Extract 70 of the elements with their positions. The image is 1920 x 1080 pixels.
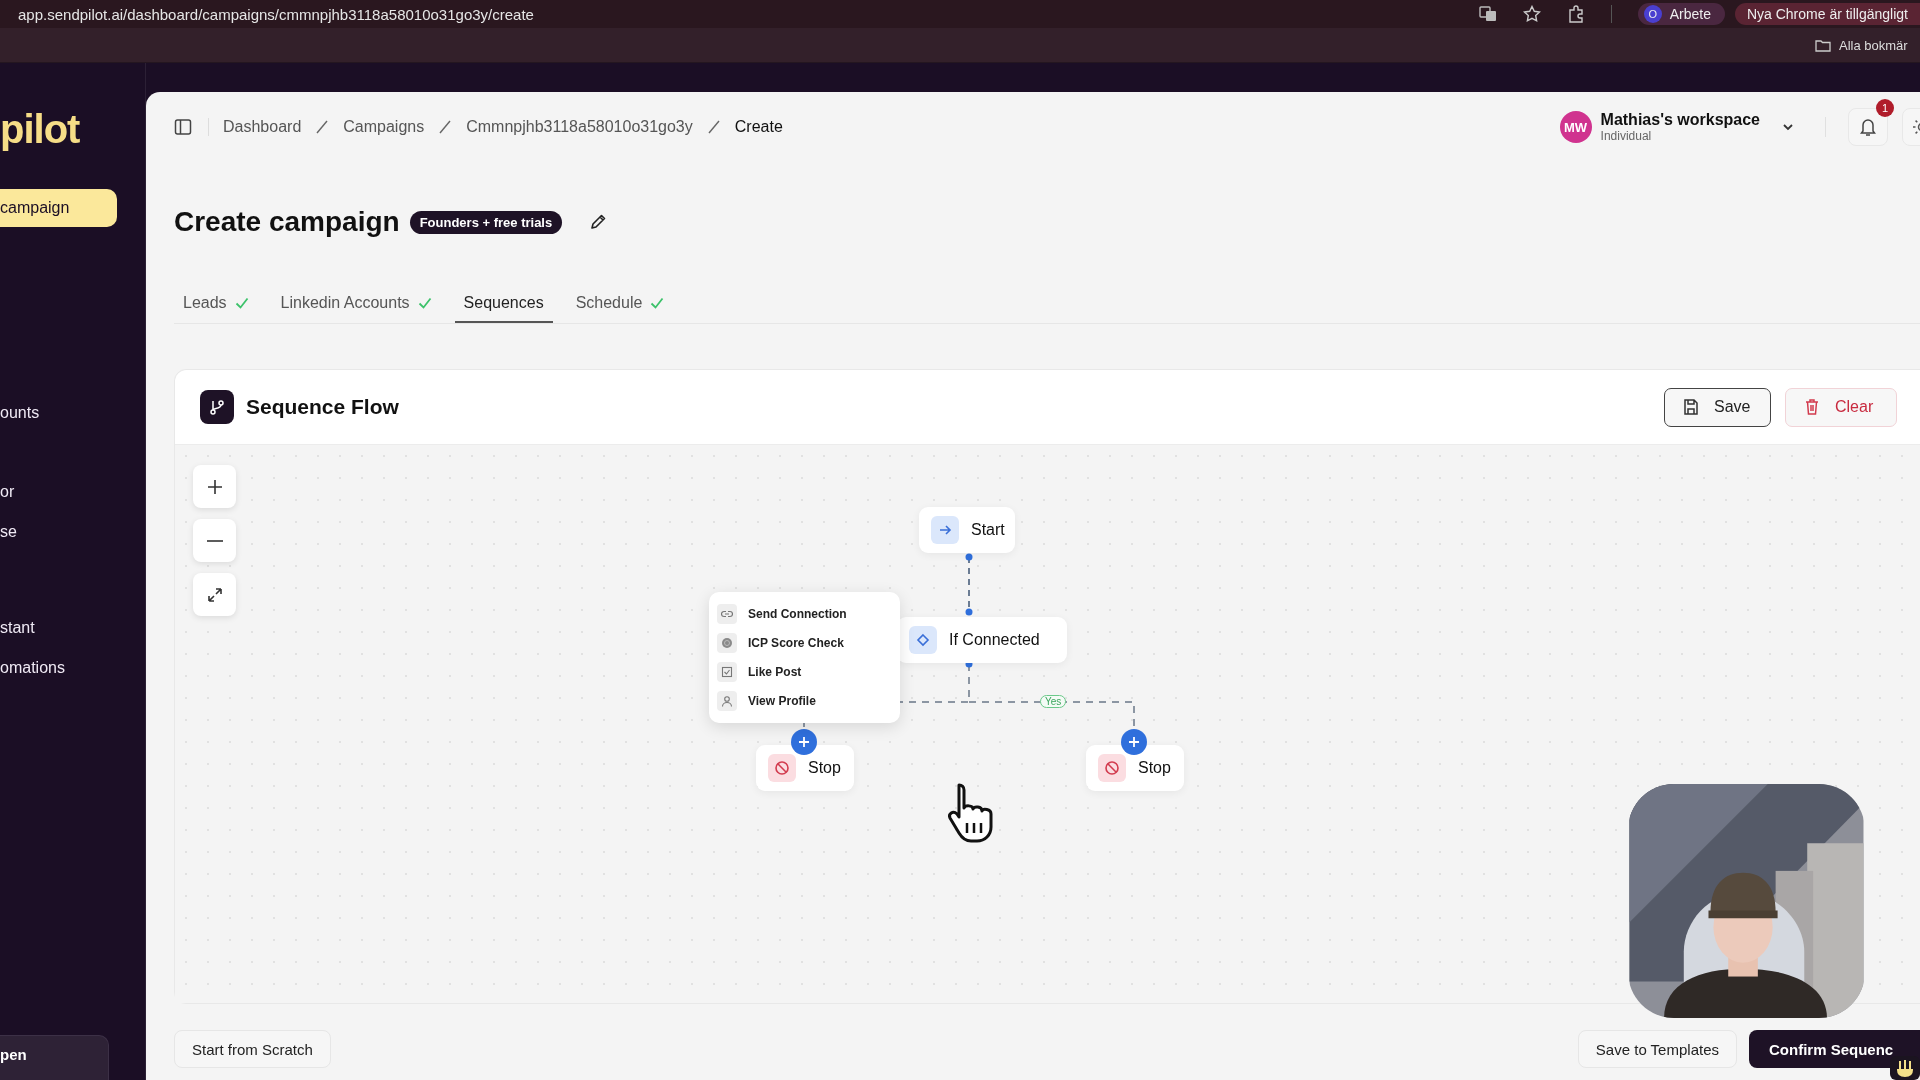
target-icon xyxy=(721,637,733,649)
minus-icon xyxy=(206,539,223,542)
card-title: Sequence Flow xyxy=(246,395,399,419)
save-icon xyxy=(1682,398,1700,416)
breadcrumb-link[interactable]: Dashboard xyxy=(223,118,302,136)
menu-item[interactable]: Send Connection xyxy=(717,604,900,624)
zoom-in-button[interactable] xyxy=(193,465,236,508)
sidebar-item[interactable]: se xyxy=(0,512,117,552)
campaign-tag: Founders + free trials xyxy=(409,210,563,234)
flow-node[interactable]: If Connected xyxy=(897,617,1067,663)
breadcrumb-link[interactable]: Create xyxy=(734,118,783,136)
bookmarks-folder[interactable]: Alla bokmär xyxy=(1815,37,1920,53)
sidebar-item[interactable]: campaign xyxy=(0,189,117,227)
breadcrumb-link[interactable]: Cmmnpjhb3118a58010o31go3y xyxy=(466,118,693,136)
stop-icon xyxy=(1104,760,1120,776)
bell-icon xyxy=(1859,117,1877,137)
breadcrumb-separator xyxy=(438,119,453,135)
link-icon xyxy=(721,608,733,620)
confirm-sequence-button[interactable]: Confirm Sequenc xyxy=(1749,1030,1920,1068)
plus-icon xyxy=(205,477,224,496)
extensions-icon[interactable] xyxy=(1566,5,1585,23)
address-bar[interactable]: app.sendpilot.ai/dashboard/campaigns/cmmnpjhb3118a58010o31go3y/create xyxy=(0,5,534,23)
notification-count: 1 xyxy=(1876,99,1894,117)
branch-icon xyxy=(200,390,234,424)
breadcrumb-separator xyxy=(315,119,330,135)
menu-item[interactable]: Like Post xyxy=(717,662,900,682)
update-button[interactable]: Nya Chrome är tillgängligt xyxy=(1734,3,1920,25)
breadcrumb-link[interactable]: Campaigns xyxy=(343,118,425,136)
plus-icon xyxy=(798,736,810,748)
tab[interactable]: Schedule xyxy=(566,286,674,323)
person-icon xyxy=(721,695,733,707)
fit-view-button[interactable] xyxy=(193,573,236,616)
handle-dot[interactable] xyxy=(965,553,973,561)
tab[interactable]: Sequences xyxy=(454,286,553,323)
menu-item[interactable]: ICP Score Check xyxy=(717,633,900,653)
expand-icon xyxy=(205,585,224,604)
flow-node[interactable]: Start xyxy=(919,507,1015,553)
checkbox-icon xyxy=(721,666,733,678)
arrow-icon xyxy=(938,523,952,537)
flow-node[interactable]: Stop xyxy=(1086,745,1184,791)
start-from-scratch-button[interactable]: Start from Scratch xyxy=(174,1030,331,1068)
flow-node[interactable]: Stop xyxy=(756,745,854,791)
condition-icon xyxy=(916,633,930,647)
breadcrumb-separator xyxy=(706,119,721,135)
sidebar-item[interactable]: omations xyxy=(0,648,117,688)
save-to-templates-button[interactable]: Save to Templates xyxy=(1577,1030,1737,1068)
sidebar-item[interactable]: or xyxy=(0,472,117,512)
trash-icon xyxy=(1803,398,1821,416)
overlay-icon xyxy=(1890,1056,1920,1080)
handle-dot[interactable] xyxy=(965,608,973,616)
menu-item[interactable]: View Profile xyxy=(717,691,900,711)
profile-button[interactable]: O Arbete xyxy=(1637,3,1725,25)
tab[interactable]: Linkedin Accounts xyxy=(271,286,441,323)
add-step-button[interactable] xyxy=(1121,729,1147,755)
plus-icon xyxy=(1128,736,1140,748)
logo[interactable]: pilot xyxy=(0,107,80,151)
folder-icon xyxy=(1815,38,1831,52)
add-step-button[interactable] xyxy=(791,729,817,755)
page-title: Create campaign xyxy=(174,206,400,238)
sidebar-toggle-icon[interactable] xyxy=(174,118,192,136)
star-icon[interactable] xyxy=(1522,5,1541,23)
sidebar-item[interactable]: ounts xyxy=(0,393,117,433)
stop-icon xyxy=(774,760,790,776)
save-button[interactable]: Save xyxy=(1664,387,1771,427)
clear-button[interactable]: Clear xyxy=(1785,387,1897,427)
branch-label: Yes xyxy=(1040,695,1067,708)
tab[interactable]: Leads xyxy=(174,286,258,323)
translate-icon[interactable] xyxy=(1478,5,1497,23)
sidebar-footer-card[interactable]: pen xyxy=(0,1035,109,1080)
sidebar-item[interactable]: stant xyxy=(0,608,117,648)
